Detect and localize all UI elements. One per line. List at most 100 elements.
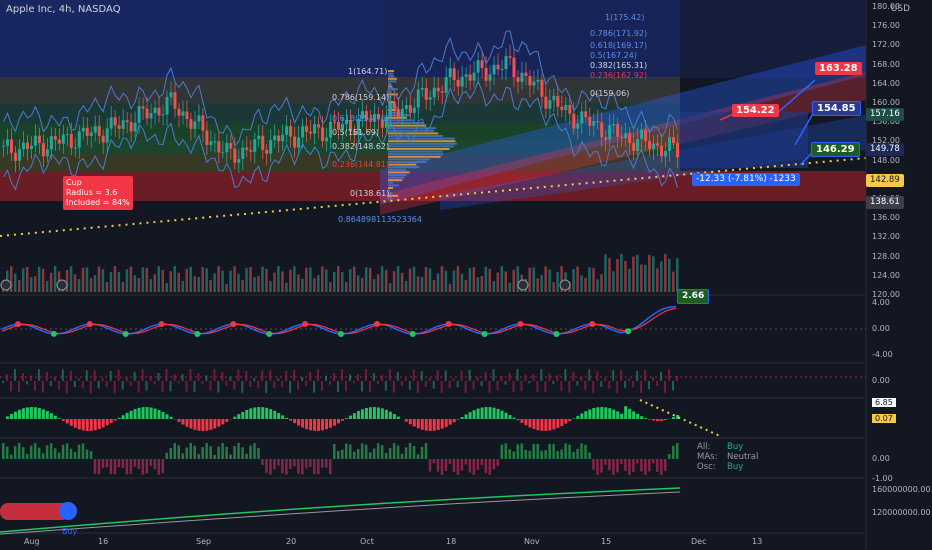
- osc3-bar: [233, 417, 236, 419]
- osc4-bar: [74, 452, 77, 459]
- osc4-bar: [548, 444, 551, 459]
- osc4-bar: [313, 459, 316, 474]
- osc4-bar: [181, 453, 184, 459]
- osc5-line-grey: [0, 492, 680, 534]
- osc4-bar: [365, 445, 368, 459]
- volume-bar: [317, 275, 320, 292]
- volume-bar: [469, 268, 472, 292]
- volume-bar: [281, 271, 284, 292]
- osc3-bar: [576, 416, 579, 419]
- osc4-bar: [457, 459, 460, 475]
- osc2-bar: [397, 372, 399, 381]
- osc3-bar: [361, 409, 364, 419]
- osc4-bar: [22, 447, 25, 459]
- volume-bar: [636, 255, 639, 292]
- osc2-bar: [481, 381, 483, 386]
- cross-dot: [553, 331, 559, 337]
- osc4-bar: [237, 443, 240, 459]
- osc3-dotted: [640, 400, 720, 436]
- osc4-bar: [277, 459, 280, 466]
- osc3-bar: [365, 408, 368, 419]
- osc4-bar: [596, 459, 599, 475]
- osc2-bar: [608, 381, 610, 389]
- osc2-bar: [600, 381, 602, 387]
- cross-dot: [410, 331, 416, 337]
- osc-tick: 0.00: [872, 454, 890, 463]
- osc2-bar: [556, 375, 558, 381]
- volume-bar: [265, 269, 268, 292]
- osc2-bar: [624, 381, 626, 388]
- osc3-bar: [122, 415, 125, 419]
- volume-bar: [14, 274, 17, 292]
- osc4-bar: [269, 459, 272, 475]
- osc3-bar: [98, 419, 101, 429]
- rating-row: Osc: Buy: [697, 462, 743, 472]
- volume-bar: [305, 268, 308, 292]
- osc4-bar: [221, 443, 224, 459]
- osc2-bar: [201, 381, 203, 384]
- osc4-bar: [197, 454, 200, 459]
- osc3-bar: [74, 419, 77, 428]
- osc2-bar: [417, 381, 419, 393]
- osc2-bar: [177, 381, 179, 383]
- osc-tick: 160000000.00: [872, 485, 931, 494]
- osc3-bar: [397, 416, 400, 419]
- profile-bar: [388, 169, 406, 171]
- cross-dot: [482, 331, 488, 337]
- volume-bar: [429, 268, 432, 292]
- osc3-bar: [552, 419, 555, 429]
- osc3-bar: [453, 419, 456, 422]
- volume-bar: [197, 277, 200, 292]
- osc2-bar: [138, 381, 140, 393]
- volume-bar: [592, 268, 595, 292]
- osc3-bar: [158, 410, 161, 419]
- osc3-bar: [592, 408, 595, 419]
- osc2-bar: [337, 381, 339, 392]
- cross-dot: [51, 331, 57, 337]
- osc4-bar: [166, 453, 169, 459]
- osc3-bar: [612, 410, 615, 419]
- osc3-bar: [205, 419, 208, 431]
- osc4-bar: [233, 446, 236, 459]
- osc2-bar: [26, 381, 28, 384]
- volume-bar: [181, 281, 184, 292]
- osc2-bar: [389, 369, 391, 381]
- osc-tick: 4.00: [872, 298, 890, 307]
- volume-bar: [497, 273, 500, 292]
- volume-bar: [122, 282, 125, 292]
- fib-label-right: 0.236(162.92): [590, 71, 647, 80]
- osc3-bar: [413, 419, 416, 426]
- time-tick: Aug: [24, 537, 40, 546]
- osc3-bar: [648, 419, 651, 420]
- price-tag: 154.22: [732, 104, 779, 117]
- osc3-bar: [313, 419, 316, 431]
- cross-dot: [625, 328, 631, 334]
- osc3-bar: [588, 409, 591, 419]
- osc2-bar: [82, 381, 84, 388]
- chart-canvas[interactable]: [0, 0, 932, 550]
- osc2-bar: [106, 381, 108, 387]
- osc4-bar: [217, 446, 220, 459]
- volume-bar: [604, 254, 607, 292]
- osc4-bar: [122, 459, 125, 468]
- osc2-bar: [564, 369, 566, 381]
- osc2-bar: [532, 374, 534, 381]
- osc2-bar: [297, 381, 299, 389]
- osc2-bar: [493, 369, 495, 381]
- profile-bar: [388, 125, 426, 127]
- osc4-bar: [465, 459, 468, 464]
- osc4-bar: [612, 459, 615, 475]
- osc4-bar: [413, 446, 416, 459]
- cross-dot: [123, 331, 129, 337]
- profile-bar: [388, 156, 441, 158]
- fib-label-right: 0.382(165.31): [590, 61, 647, 70]
- osc3-bar: [90, 419, 93, 431]
- osc-tick: 0.00: [872, 376, 890, 385]
- osc2-bar: [433, 381, 435, 389]
- osc2-bar: [648, 381, 650, 389]
- volume-bar: [321, 266, 324, 292]
- osc3-bar: [632, 411, 635, 419]
- volume-bar: [421, 277, 424, 292]
- osc4-bar: [544, 450, 547, 459]
- osc2-bar: [86, 370, 88, 381]
